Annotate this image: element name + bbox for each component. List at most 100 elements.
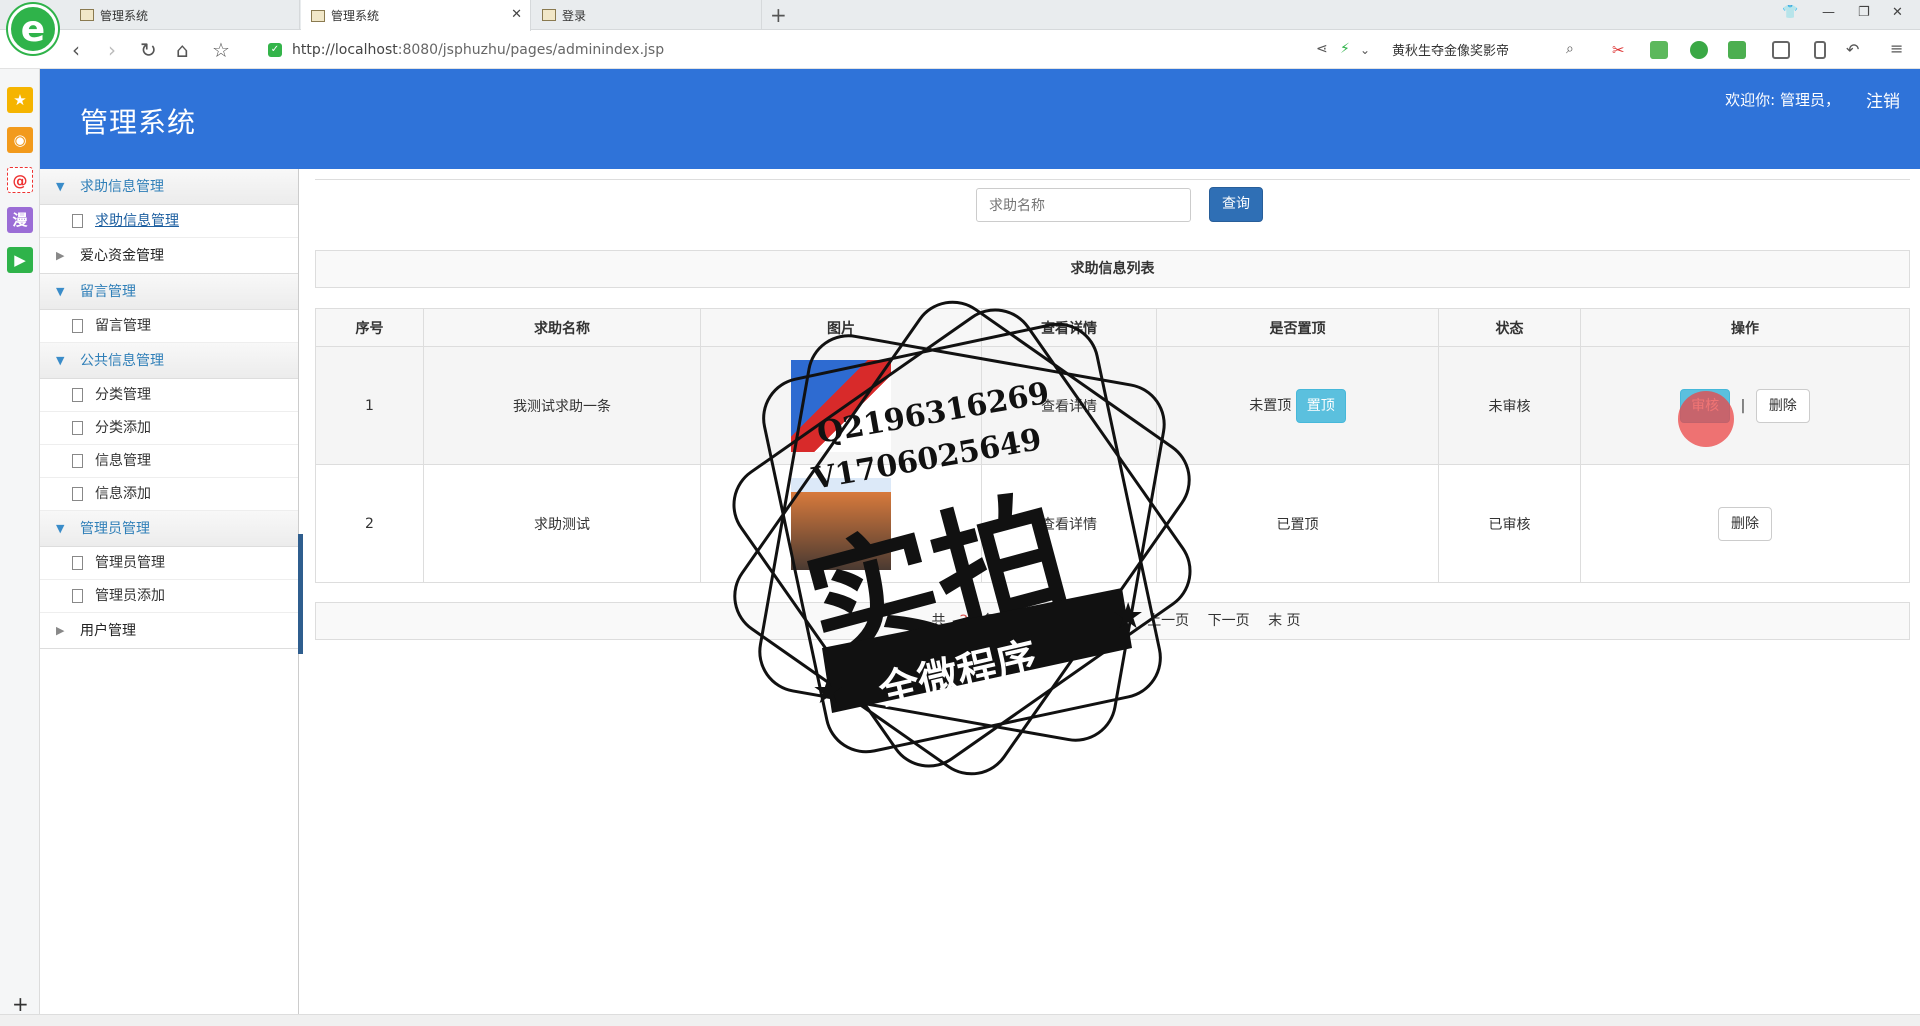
page-favicon-icon [542,9,556,21]
menu-group-label: 用户管理 [80,623,136,639]
document-icon [72,388,83,402]
browser-search-field[interactable]: 黄秋生夺金像奖影帝 [1392,40,1582,59]
tab-close-icon[interactable]: ✕ [511,7,522,22]
weibo-icon[interactable]: ◉ [7,127,33,153]
list-caption: 求助信息列表 [315,250,1910,288]
row-thumbnail[interactable] [791,477,891,570]
search-bar: 查询 [315,179,1910,229]
caret-right-icon: ▶ [56,624,65,637]
menu-item-label: 管理员管理 [95,555,165,571]
bookmark-star-icon[interactable]: ☆ [212,38,230,62]
menu-group-admin[interactable]: ▼ 管理员管理 [40,511,298,547]
gamepad-icon[interactable] [1728,41,1746,59]
menu-group-label: 管理员管理 [80,521,150,537]
close-window-icon[interactable]: ✕ [1892,5,1903,20]
row-status: 未审核 [1438,346,1581,465]
menu-group-help-info[interactable]: ▼ 求助信息管理 [40,169,298,205]
apps-grid-icon[interactable] [1772,41,1790,59]
view-detail-link[interactable]: 查看详情 [981,346,1157,465]
forward-icon[interactable]: › [108,38,116,62]
column-header: 状态 [1438,308,1581,347]
extension-green-icon[interactable] [1650,41,1668,59]
row-name: 我测试求助一条 [423,346,701,465]
logout-link[interactable]: 注销 [1866,87,1900,112]
search-input[interactable] [976,188,1191,222]
search-button[interactable]: 查询 [1209,187,1263,222]
menu-item-admin-add[interactable]: 管理员添加 [40,580,298,613]
set-top-button[interactable]: 置顶 [1295,388,1346,423]
tab-title: 登录 [562,8,587,23]
menu-item-label: 求助信息管理 [95,213,179,229]
menu-item-label: 信息管理 [95,453,151,469]
menu-item-label: 管理员添加 [95,588,165,604]
menu-item-category-manage[interactable]: 分类管理 [40,379,298,412]
menu-item-info-manage[interactable]: 信息管理 [40,445,298,478]
menu-splitter-handle[interactable] [298,534,303,654]
search-icon[interactable]: ⌕ [1566,41,1574,57]
delete-button[interactable]: 删除 [1718,506,1772,541]
browser-tab-3[interactable]: 登录 [532,0,762,30]
menu-item-admin-manage[interactable]: 管理员管理 [40,547,298,580]
chevron-down-icon[interactable]: ⌄ [1360,43,1370,57]
browser-logo-icon: e [8,4,58,54]
column-header: 序号 [315,308,424,347]
undo-icon[interactable]: ↶ [1846,40,1859,59]
new-tab-icon[interactable]: + [770,3,787,27]
tab-title: 管理系统 [100,8,149,23]
menu-group-message[interactable]: ▼ 留言管理 [40,274,298,310]
pager-last[interactable]: 末 页 [1268,613,1300,629]
document-icon [72,319,83,333]
mail-icon[interactable]: @ [7,167,33,193]
secure-shield-icon: ✓ [268,43,282,57]
caret-down-icon: ▼ [56,354,65,367]
pager-next[interactable]: 下一页 [1208,613,1250,629]
video-icon[interactable]: ▶ [7,247,33,273]
menu-item-help-info-manage[interactable]: 求助信息管理 [40,205,298,238]
menu-group-public-info[interactable]: ▼ 公共信息管理 [40,343,298,379]
home-icon[interactable]: ⌂ [176,38,189,62]
caret-down-icon: ▼ [56,180,65,193]
menu-item-message-manage[interactable]: 留言管理 [40,310,298,343]
row-thumbnail[interactable] [791,359,891,452]
review-button[interactable]: 审核 [1680,388,1731,423]
caret-down-icon: ▼ [56,285,65,298]
row-image-cell [700,346,982,465]
shield-icon[interactable] [1690,41,1708,59]
menu-group-label: 求助信息管理 [80,179,164,195]
table-row: 2 求助测试 查看详情 已置顶 已审核 删除 [315,464,1910,583]
delete-button[interactable]: 删除 [1755,388,1810,423]
browser-tab-1[interactable]: 管理系统 [70,0,300,30]
column-header: 图片 [700,308,982,347]
back-icon[interactable]: ‹ [72,38,80,62]
restore-icon[interactable]: ❐ [1858,5,1870,20]
menu-icon[interactable]: ≡ [1890,39,1903,58]
row-status: 已审核 [1438,464,1581,583]
status-bar [0,1014,1920,1026]
menu-group-user[interactable]: ▶ 用户管理 [40,613,298,649]
shirt-icon[interactable]: 👕 [1782,5,1798,20]
tablet-icon[interactable] [1814,41,1826,59]
lightning-icon[interactable]: ⚡ [1340,41,1350,57]
add-sidebar-icon[interactable]: + [12,992,29,1016]
table-row: 1 我测试求助一条 查看详情 未置顶 置顶 未审核 审核 | 删除 [315,346,1910,465]
welcome-text: 欢迎你: 管理员， [1725,91,1840,109]
share-icon[interactable]: ⋖ [1316,41,1328,57]
manga-icon[interactable]: 漫 [7,207,33,233]
refresh-icon[interactable]: ↻ [140,38,157,62]
pager-prev[interactable]: 上一页 [1147,613,1189,629]
browser-tab-2[interactable]: 管理系统 ✕ [301,0,531,31]
favorites-star-icon[interactable]: ★ [7,87,33,113]
pager-first[interactable]: 首 页 [1096,613,1128,629]
view-detail-link[interactable]: 查看详情 [981,464,1157,583]
menu-item-category-add[interactable]: 分类添加 [40,412,298,445]
row-index: 1 [315,346,424,465]
url-field[interactable]: ✓ http://localhost:8080/jsphuzhu/pages/a… [268,37,1318,63]
scissors-icon[interactable]: ✂ [1612,41,1630,59]
menu-group-fund[interactable]: ▶ 爱心资金管理 [40,238,298,274]
caret-down-icon: ▼ [56,522,65,535]
minimize-icon[interactable]: — [1822,5,1835,20]
row-image-cell [700,464,982,583]
page-favicon-icon [311,9,325,22]
url-path: :8080/jsphuzhu/pages/adminindex.jsp [397,42,665,58]
menu-item-info-add[interactable]: 信息添加 [40,478,298,511]
